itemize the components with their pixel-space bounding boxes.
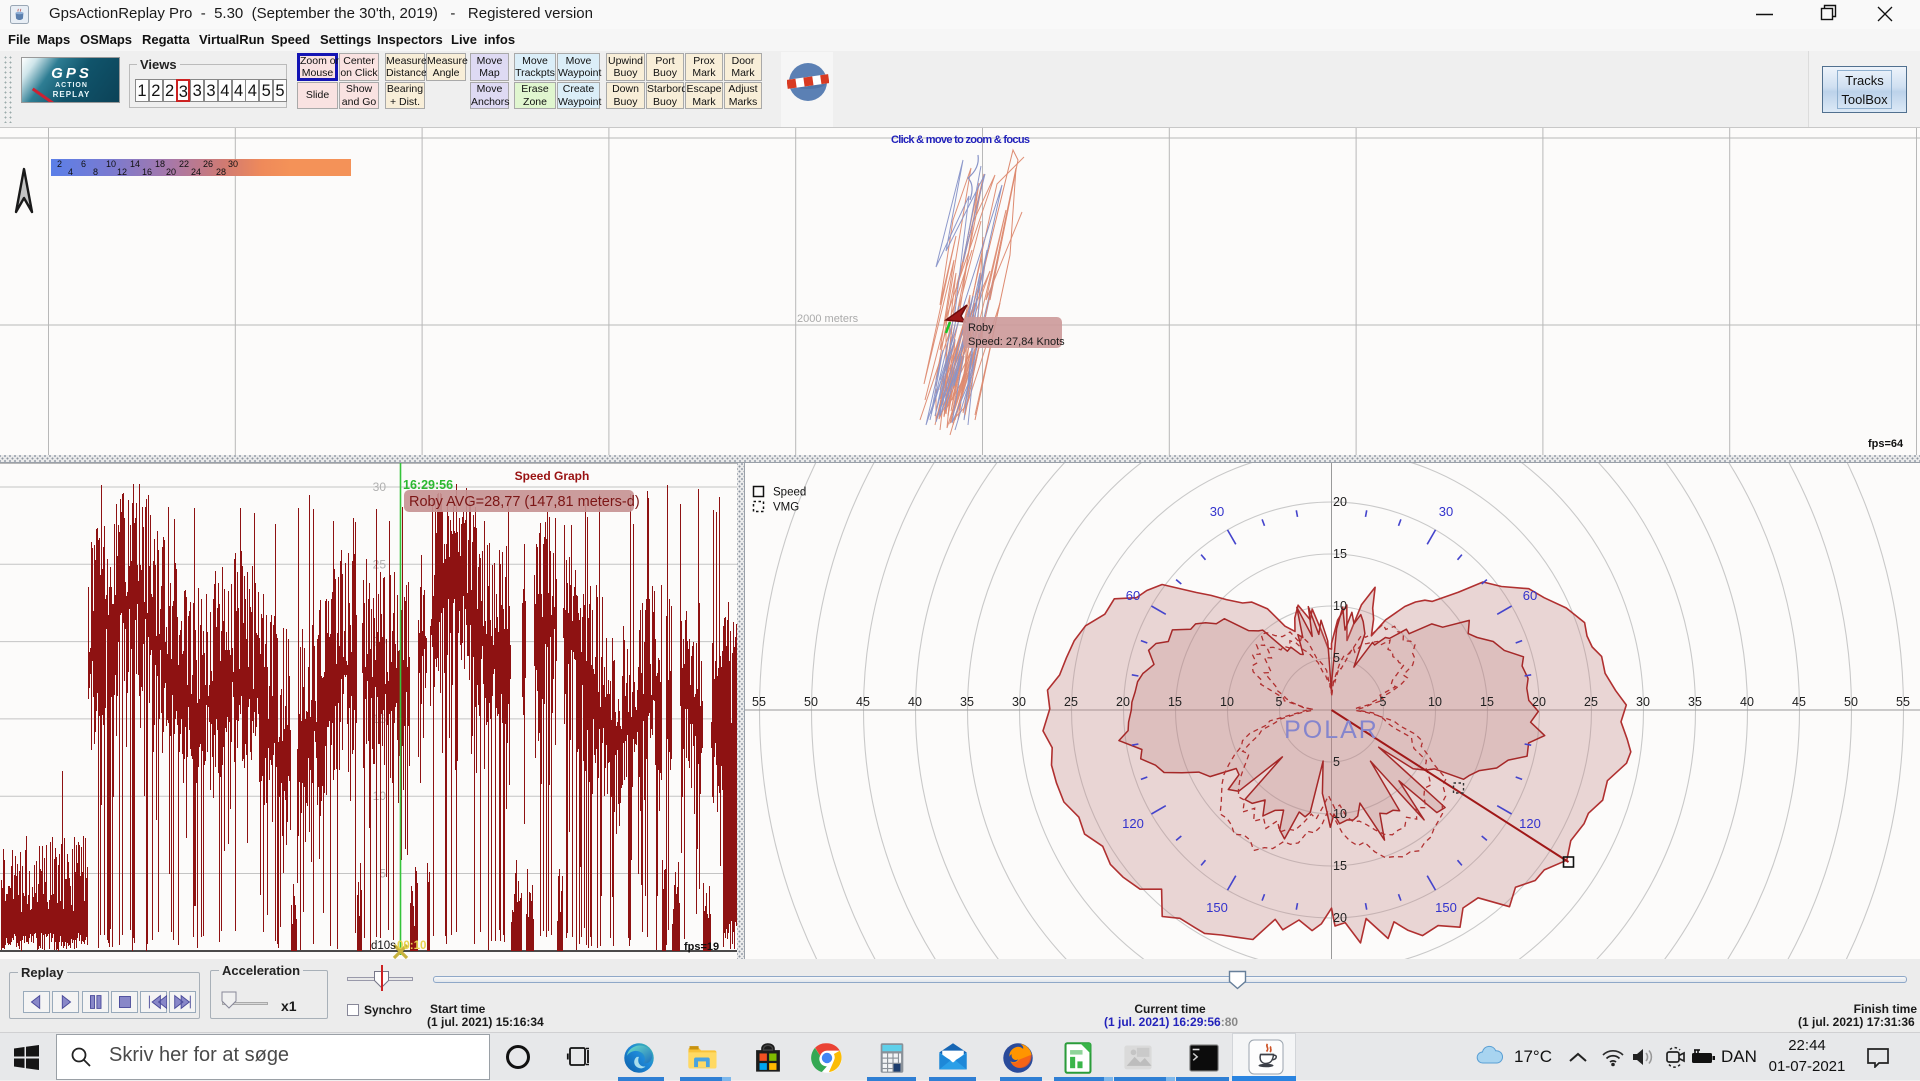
svg-text:6: 6 xyxy=(81,159,86,169)
svg-text:10: 10 xyxy=(1220,695,1234,709)
svg-text:26: 26 xyxy=(203,159,213,169)
svg-text:150: 150 xyxy=(1435,900,1457,915)
svg-text:22: 22 xyxy=(179,159,189,169)
svg-text:30: 30 xyxy=(228,159,238,169)
svg-text:POLAR: POLAR xyxy=(1284,716,1379,744)
svg-text:20: 20 xyxy=(166,167,176,177)
svg-text:55: 55 xyxy=(1896,695,1910,709)
svg-text:25: 25 xyxy=(1584,695,1598,709)
svg-text:50: 50 xyxy=(1844,695,1858,709)
svg-text:15: 15 xyxy=(1333,547,1347,561)
svg-text:55: 55 xyxy=(752,695,766,709)
svg-text:fps=64: fps=64 xyxy=(1868,438,1904,450)
svg-text:45: 45 xyxy=(856,695,870,709)
svg-text:VMG: VMG xyxy=(773,502,799,514)
svg-text:45: 45 xyxy=(1792,695,1806,709)
svg-text:30: 30 xyxy=(1636,695,1650,709)
svg-text:35: 35 xyxy=(960,695,974,709)
svg-text:35: 35 xyxy=(1688,695,1702,709)
svg-text:30: 30 xyxy=(373,480,387,494)
svg-text:16:29:56: 16:29:56 xyxy=(403,478,453,492)
svg-text:10: 10 xyxy=(1333,599,1347,613)
svg-text:50: 50 xyxy=(804,695,818,709)
svg-text:fps=19: fps=19 xyxy=(684,941,719,953)
svg-text:5: 5 xyxy=(1333,755,1340,769)
svg-text:Speed Graph: Speed Graph xyxy=(515,469,590,483)
svg-text:5: 5 xyxy=(1333,651,1340,665)
svg-text:60: 60 xyxy=(1523,588,1537,603)
svg-text:20: 20 xyxy=(1333,911,1347,925)
svg-text:120: 120 xyxy=(1519,816,1541,831)
svg-text:18: 18 xyxy=(155,159,165,169)
svg-text:14: 14 xyxy=(130,159,140,169)
svg-text:Roby: Roby xyxy=(968,322,994,334)
svg-text:15: 15 xyxy=(1480,695,1494,709)
svg-text:20: 20 xyxy=(1532,695,1546,709)
svg-text:15: 15 xyxy=(1168,695,1182,709)
svg-text:Speed: Speed xyxy=(773,487,806,499)
svg-text:Click & move to zoom & focus: Click & move to zoom & focus xyxy=(891,134,1030,146)
svg-text:Speed: 27,84 Knots: Speed: 27,84 Knots xyxy=(968,336,1065,348)
svg-text:2000 meters: 2000 meters xyxy=(797,313,859,325)
svg-text:30: 30 xyxy=(1210,504,1224,519)
svg-text:30: 30 xyxy=(1439,504,1453,519)
svg-text:2: 2 xyxy=(57,159,62,169)
svg-text:8: 8 xyxy=(93,167,98,177)
svg-text:16: 16 xyxy=(142,167,152,177)
svg-text:20: 20 xyxy=(1116,695,1130,709)
svg-text:40: 40 xyxy=(1740,695,1754,709)
svg-text:30: 30 xyxy=(1012,695,1026,709)
svg-text:60: 60 xyxy=(1126,588,1140,603)
svg-text:15: 15 xyxy=(1333,859,1347,873)
svg-text:150: 150 xyxy=(1206,900,1228,915)
svg-text:5: 5 xyxy=(1380,695,1387,709)
svg-text:Roby AVG=28,77 (147,81 meters: Roby AVG=28,77 (147,81 meters-d) xyxy=(409,494,640,510)
svg-text:10: 10 xyxy=(373,789,387,803)
svg-text:25: 25 xyxy=(373,557,387,571)
svg-text:20: 20 xyxy=(1333,495,1347,509)
svg-text:120: 120 xyxy=(1122,816,1144,831)
svg-text:4: 4 xyxy=(68,167,73,177)
svg-text:28: 28 xyxy=(216,167,226,177)
svg-text:12: 12 xyxy=(117,167,127,177)
svg-text:25: 25 xyxy=(1064,695,1078,709)
svg-text:10: 10 xyxy=(1333,807,1347,821)
svg-text:00:10: 00:10 xyxy=(397,940,426,952)
svg-text:24: 24 xyxy=(191,167,201,177)
svg-text:10: 10 xyxy=(1428,695,1442,709)
svg-text:d10s: d10s xyxy=(371,940,396,952)
svg-text:40: 40 xyxy=(908,695,922,709)
svg-text:10: 10 xyxy=(106,159,116,169)
svg-text:5: 5 xyxy=(1276,695,1283,709)
